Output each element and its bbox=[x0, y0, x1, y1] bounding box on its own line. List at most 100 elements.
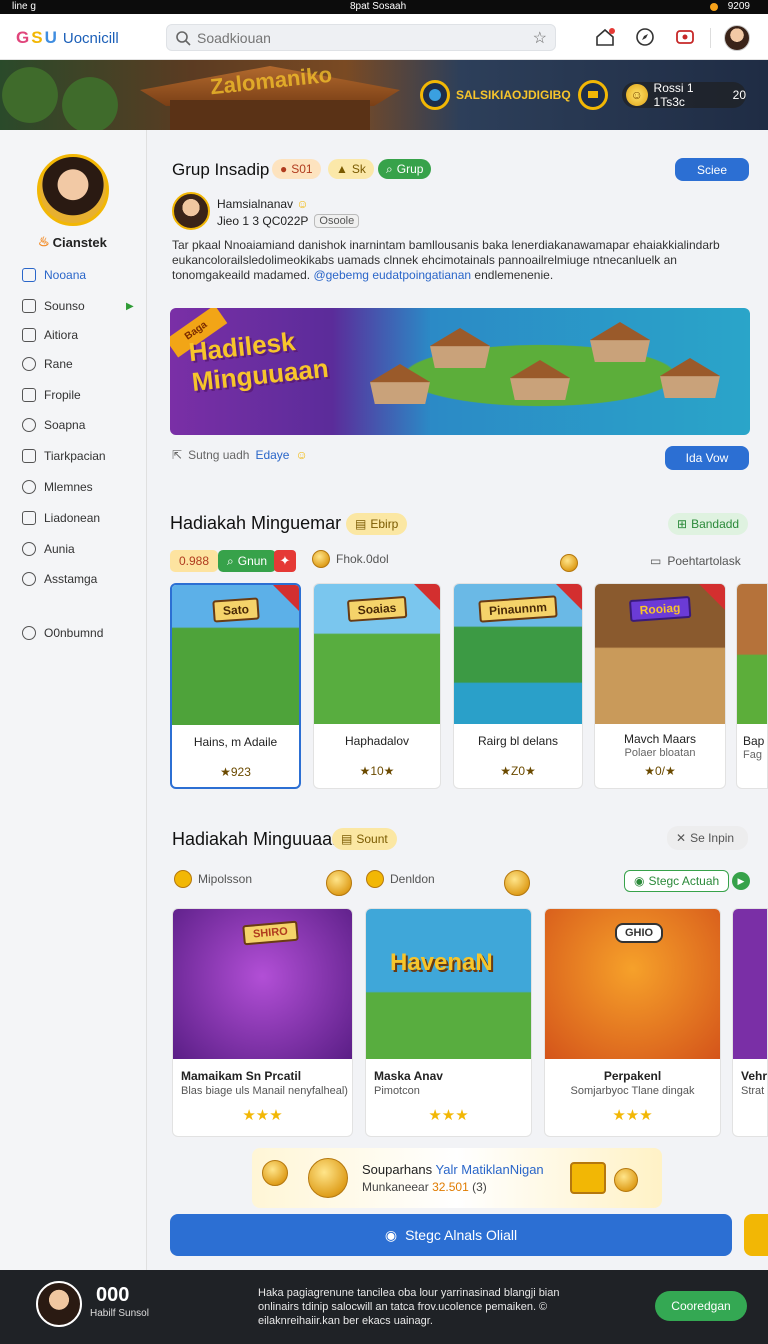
chat-icon bbox=[22, 480, 36, 494]
section2-right-pill[interactable]: ✕ Se Inpin bbox=[667, 826, 748, 850]
action-pill[interactable]: ◉ Stegc Actuah bbox=[624, 870, 730, 892]
star-icon[interactable]: ☆ bbox=[533, 28, 547, 48]
group-description: Tar pkaal Nnoaiamiand danishok inarninta… bbox=[172, 238, 748, 283]
image-icon bbox=[22, 511, 36, 525]
gift-icon[interactable]: ✦ bbox=[274, 550, 296, 572]
reward-card-partial[interactable]: Bap Fag bbox=[736, 583, 768, 789]
gamepad-icon[interactable] bbox=[674, 26, 696, 48]
pill-label: Bandadd bbox=[691, 517, 740, 531]
tree-graphic bbox=[60, 70, 120, 130]
card-stars: ★★★ bbox=[428, 1107, 469, 1124]
search-bar[interactable]: ☆ bbox=[166, 24, 556, 51]
chip-label: Grup bbox=[396, 162, 424, 176]
section1-title-pill[interactable]: ▤ Ebirp bbox=[346, 513, 408, 535]
join-button[interactable]: Sciee bbox=[675, 158, 749, 181]
footer-count: 000 bbox=[96, 1284, 130, 1306]
filter-item[interactable]: Mipolsson bbox=[174, 870, 252, 888]
compass-icon[interactable] bbox=[634, 26, 656, 48]
game-card-partial[interactable]: Vehr Strat bbox=[732, 908, 768, 1137]
sidebar-item-sounso[interactable]: Sounso ▶ bbox=[22, 295, 134, 317]
group-chip-rank[interactable]: ▲ Sk bbox=[328, 159, 374, 179]
reward-card[interactable]: Soaias Haphadalov ★10★ bbox=[313, 583, 441, 789]
group-chip-grup[interactable]: ⌕ Grup bbox=[378, 159, 432, 179]
author-name: Hamsialnanav ☺ bbox=[217, 197, 309, 211]
sidebar-item-o0nbumnd[interactable]: O0nbumnd bbox=[22, 622, 103, 644]
description-link[interactable]: @gebemg eudatpoingatianan bbox=[313, 268, 471, 282]
coin-balance-value: 20 bbox=[732, 88, 746, 102]
smile-icon: ☺ bbox=[295, 448, 308, 462]
secondary-action-button[interactable] bbox=[744, 1214, 768, 1256]
footer-bar: 000 Habilf Sunsol Haka pagiagrenune tanc… bbox=[0, 1270, 768, 1344]
sidebar-item-aitiora[interactable]: Aitiora bbox=[22, 324, 78, 346]
main-action-button[interactable]: ◉ Stegc Alnals Oliall bbox=[170, 1214, 732, 1256]
reward-card[interactable]: Sato Hains, m Adaile ★923 bbox=[170, 583, 301, 789]
group-chip-level[interactable]: ● S01 bbox=[272, 159, 321, 179]
sidebar-item-nooana[interactable]: Nooana bbox=[22, 264, 86, 286]
home-icon[interactable] bbox=[594, 26, 616, 48]
sidebar-item-soapna[interactable]: Soapna bbox=[22, 414, 85, 436]
footer-button-label: Cooredgan bbox=[671, 1299, 731, 1313]
sidebar-avatar[interactable] bbox=[37, 154, 109, 226]
sidebar-item-rane[interactable]: Rane bbox=[22, 353, 73, 375]
filter-item[interactable]: Denldon bbox=[366, 870, 435, 888]
action-icon: ◉ bbox=[384, 1226, 398, 1243]
reward-card[interactable]: Rooiag Mavch Maars Polaer bloatan ★0/★ bbox=[594, 583, 726, 789]
sidebar-item-asstamga[interactable]: Asstamga bbox=[22, 568, 97, 590]
toolbar-divider bbox=[710, 28, 711, 48]
status-bar: line g 8pat Sosaah 9209 bbox=[0, 0, 768, 14]
hero-banner[interactable]: Baga Hadilesk Minguuaan bbox=[170, 308, 750, 435]
hero-footer-text: Sutng uadh bbox=[188, 448, 250, 462]
search-icon bbox=[22, 542, 36, 556]
reward-card[interactable]: Pinaunnm Rairg bl delans ★Z0★ bbox=[453, 583, 583, 789]
card-stars: ★★★ bbox=[612, 1107, 653, 1124]
card-rating: ★0/★ bbox=[644, 764, 676, 778]
footer-button[interactable]: Cooredgan bbox=[655, 1291, 747, 1321]
game-card[interactable]: HavenaN Maska Anav Pimotcon ★★★ bbox=[365, 908, 532, 1137]
notification-dot-icon bbox=[709, 2, 718, 11]
coin-balance-label: Rossi 1 1Ts3c bbox=[653, 81, 694, 109]
dollar-icon bbox=[366, 870, 384, 888]
sidebar-item-tiarkpacian[interactable]: Tiarkpacian bbox=[22, 445, 106, 467]
search-input[interactable] bbox=[197, 28, 517, 48]
footer-avatar[interactable] bbox=[36, 1281, 82, 1327]
promo-banner[interactable]: Souparhans Yalr MatiklanNigan Munkaneear… bbox=[252, 1148, 662, 1208]
banner-badge[interactable]: SALSIKIAOJDIGIBQ bbox=[420, 78, 571, 112]
hero-footer-link[interactable]: Edaye bbox=[255, 448, 289, 462]
pill-label: Se Inpin bbox=[690, 831, 735, 845]
promo-line2-text: Munkaneear bbox=[362, 1180, 429, 1194]
trophy-badge[interactable] bbox=[578, 78, 608, 112]
description-tail: endlemenenie. bbox=[474, 268, 554, 282]
section1-right-pill[interactable]: ⊞ Bandadd bbox=[668, 513, 749, 535]
app-logo[interactable]: G S U Uocnicill bbox=[16, 28, 119, 48]
coin-icon bbox=[560, 554, 578, 572]
card-sign: Sato bbox=[211, 597, 260, 623]
card-sign: Rooiag bbox=[628, 595, 692, 623]
pill-label: Sount bbox=[356, 832, 388, 846]
grid-icon bbox=[22, 268, 36, 282]
share-icon[interactable]: ⇱ bbox=[172, 448, 182, 462]
section1-right-link[interactable]: ▭ Poehtartolask bbox=[650, 554, 741, 568]
play-icon[interactable]: ▶ bbox=[732, 872, 750, 890]
card-sub: Somjarbyoc Tlane dingak bbox=[570, 1085, 695, 1097]
coin-icon bbox=[262, 1160, 288, 1186]
game-card[interactable]: SHIRO Mamaikam Sn Prcatil Blas biage uls… bbox=[172, 908, 353, 1137]
sidebar-item-mlemnes[interactable]: Mlemnes bbox=[22, 476, 93, 498]
game-card[interactable]: GHIO Perpakenl Somjarbyoc Tlane dingak ★… bbox=[544, 908, 721, 1137]
logo-letter: U bbox=[44, 28, 57, 47]
sidebar-item-label: Soapna bbox=[44, 418, 86, 432]
profile-avatar[interactable] bbox=[724, 25, 750, 51]
view-more-button[interactable]: Ida Vow bbox=[665, 446, 749, 470]
author-avatar[interactable] bbox=[172, 192, 210, 230]
filter-chip[interactable]: 0.988 bbox=[170, 550, 219, 572]
promo-line1: Souparhans Yalr MatiklanNigan bbox=[362, 1162, 544, 1177]
section2-title-pill[interactable]: ▤ Sount bbox=[332, 828, 397, 850]
edit-icon bbox=[22, 388, 36, 402]
filter-item[interactable]: Fhok.0dol bbox=[312, 550, 389, 568]
filter-chip[interactable]: ⌕ Gnun bbox=[218, 550, 277, 572]
sidebar-item-fropile[interactable]: Fropile bbox=[22, 384, 81, 406]
author-name-text: Hamsialnanav bbox=[217, 197, 294, 211]
sidebar-item-liadonean[interactable]: Liadonean bbox=[22, 507, 100, 529]
sidebar-item-aunia[interactable]: Aunia bbox=[22, 538, 75, 560]
lock-icon bbox=[174, 870, 192, 888]
coin-balance[interactable]: ☺ Rossi 1 1Ts3c 20 bbox=[622, 81, 746, 109]
